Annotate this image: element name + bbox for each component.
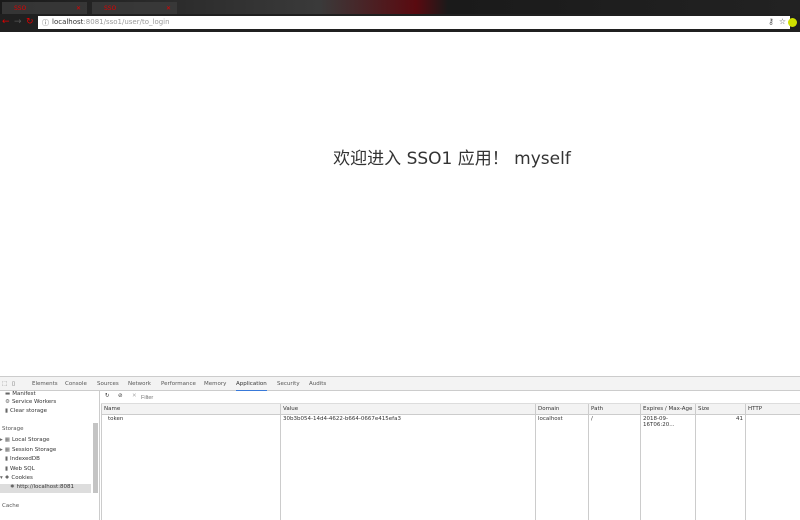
tab-security[interactable]: Security — [277, 381, 300, 387]
devtools-panel: ⬚ ▯ Elements Console Sources Network Per… — [0, 376, 800, 519]
sidebar-item-cookie-origin[interactable]: ✹http://localhost:8081 — [0, 484, 91, 493]
refresh-icon[interactable]: ↻ — [105, 393, 110, 399]
cookies-view: ↻ ⊘ ✕ Name Value Domain Path Expires / M… — [101, 391, 800, 520]
close-tab-icon[interactable]: ✕ — [76, 5, 81, 12]
back-icon[interactable]: ← — [2, 17, 10, 27]
database-icon: ▮ — [5, 408, 8, 414]
sidebar-item-label: Clear storage — [10, 408, 47, 414]
device-toggle-icon[interactable]: ▯ — [12, 381, 15, 387]
tab-console[interactable]: Console — [65, 381, 87, 387]
sidebar-item-local-storage[interactable]: ▸▦Local Storage — [0, 437, 50, 443]
cookie-icon: ✹ — [10, 484, 15, 490]
application-sidebar: ▬Manifest ⚙Service Workers ▮Clear storag… — [0, 391, 100, 520]
url-host: localhost — [52, 18, 83, 26]
column-value[interactable]: Value — [281, 404, 536, 414]
key-icon[interactable]: ⚷ — [768, 17, 774, 26]
tab-network[interactable]: Network — [128, 381, 151, 387]
browser-tab-strip: SSO ✕ SSO ✕ — [0, 0, 800, 14]
filter-input[interactable] — [141, 393, 281, 402]
profile-avatar[interactable] — [788, 18, 797, 27]
table-row[interactable]: token 30b3b054-14d4-4622-b664-0667e415ef… — [102, 414, 800, 520]
document-icon: ▬ — [5, 391, 10, 397]
forward-icon[interactable]: → — [14, 17, 22, 27]
devtools-tabs: ⬚ ▯ Elements Console Sources Network Per… — [0, 377, 800, 391]
tab-performance[interactable]: Performance — [161, 381, 196, 387]
tab-audits[interactable]: Audits — [309, 381, 326, 387]
cell-http[interactable] — [746, 414, 800, 520]
tab-sources[interactable]: Sources — [97, 381, 119, 387]
sidebar-item-service-workers[interactable]: ⚙Service Workers — [5, 399, 56, 405]
column-http[interactable]: HTTP — [746, 404, 800, 414]
reload-icon[interactable]: ↻ — [26, 17, 34, 27]
tab-application[interactable]: Application — [236, 381, 267, 391]
cookies-toolbar: ↻ ⊘ ✕ — [101, 391, 800, 404]
sidebar-item-session-storage[interactable]: ▸▦Session Storage — [0, 447, 56, 453]
delete-selected-icon[interactable]: ✕ — [132, 393, 137, 399]
tab-title: SSO — [14, 5, 26, 12]
welcome-message: 欢迎进入 SSO1 应用！ myself — [0, 144, 800, 169]
storage-header: Storage — [2, 426, 24, 432]
cell-domain[interactable]: localhost — [536, 414, 589, 520]
gear-icon: ⚙ — [5, 399, 10, 405]
table-header: Name Value Domain Path Expires / Max-Age… — [102, 404, 800, 414]
address-bar[interactable]: ⓘ localhost:8081/sso1/user/to_login ⚷ ☆ — [38, 16, 790, 29]
cache-header: Cache — [2, 503, 19, 509]
column-path[interactable]: Path — [589, 404, 641, 414]
star-icon[interactable]: ☆ — [779, 17, 786, 26]
url-path: :8081/sso1/user/to_login — [83, 18, 169, 26]
cell-path[interactable]: / — [589, 414, 641, 520]
column-size[interactable]: Size — [696, 404, 746, 414]
grid-icon: ▦ — [5, 437, 10, 443]
column-domain[interactable]: Domain — [536, 404, 589, 414]
sidebar-item-label: IndexedDB — [10, 456, 40, 462]
cookie-icon: ✹ — [5, 475, 10, 481]
sidebar-scrollbar[interactable] — [93, 423, 98, 493]
sidebar-item-label: Session Storage — [12, 447, 56, 453]
tab-title: SSO — [104, 5, 116, 12]
cell-expires[interactable]: 2018-09-16T06:20... — [641, 414, 696, 520]
grid-icon: ▦ — [5, 447, 10, 453]
sidebar-item-web-sql[interactable]: ▮Web SQL — [5, 466, 35, 472]
sidebar-item-label: Local Storage — [12, 437, 50, 443]
sidebar-item-cookies[interactable]: ▾✹Cookies — [0, 475, 33, 481]
info-icon[interactable]: ⓘ — [42, 18, 49, 28]
database-icon: ▮ — [5, 466, 8, 472]
cell-size[interactable]: 41 — [696, 414, 746, 520]
sidebar-item-clear-storage[interactable]: ▮Clear storage — [5, 408, 47, 414]
cell-value[interactable]: 30b3b054-14d4-4622-b664-0667e415efa3 — [281, 414, 536, 520]
clear-all-icon[interactable]: ⊘ — [118, 393, 123, 399]
database-icon: ▮ — [5, 456, 8, 462]
browser-toolbar: ← → ↻ ⓘ localhost:8081/sso1/user/to_logi… — [0, 14, 800, 32]
collapse-icon: ▾ — [0, 475, 3, 481]
cookies-table: Name Value Domain Path Expires / Max-Age… — [101, 404, 800, 520]
column-expires[interactable]: Expires / Max-Age — [641, 404, 696, 414]
sidebar-item-indexeddb[interactable]: ▮IndexedDB — [5, 456, 40, 462]
cell-name[interactable]: token — [102, 414, 281, 520]
inspect-icon[interactable]: ⬚ — [2, 381, 7, 387]
expand-icon: ▸ — [0, 437, 3, 443]
sidebar-item-label: http://localhost:8081 — [17, 484, 74, 490]
browser-tab[interactable]: SSO ✕ — [92, 2, 177, 14]
sidebar-item-manifest[interactable]: ▬Manifest — [5, 391, 36, 397]
tab-memory[interactable]: Memory — [204, 381, 226, 387]
sidebar-item-label: Service Workers — [12, 399, 56, 405]
sidebar-item-label: Web SQL — [10, 466, 35, 472]
sidebar-item-label: Cookies — [11, 475, 33, 481]
browser-tab[interactable]: SSO ✕ — [2, 2, 87, 14]
column-name[interactable]: Name — [102, 404, 281, 414]
expand-icon: ▸ — [0, 447, 3, 453]
sidebar-item-label: Manifest — [12, 391, 35, 397]
close-tab-icon[interactable]: ✕ — [166, 5, 171, 12]
tab-elements[interactable]: Elements — [32, 381, 58, 387]
